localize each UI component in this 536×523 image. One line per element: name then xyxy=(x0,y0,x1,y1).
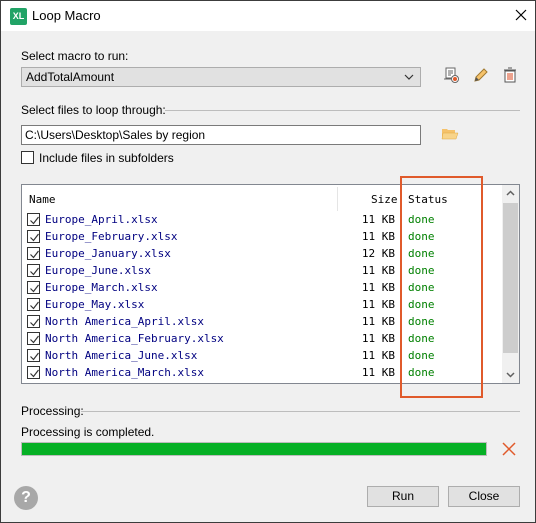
row-checkbox[interactable] xyxy=(27,247,40,260)
run-script-icon[interactable] xyxy=(442,66,460,84)
checkmark-icon xyxy=(30,352,39,361)
folder-open-icon[interactable] xyxy=(441,125,459,143)
file-name: Europe_April.xlsx xyxy=(45,213,158,226)
file-size: 11 KB xyxy=(361,349,395,362)
file-size: 11 KB xyxy=(361,281,395,294)
scroll-up-icon[interactable] xyxy=(502,185,519,202)
file-name: North America_April.xlsx xyxy=(45,315,204,328)
checkmark-icon xyxy=(30,284,39,293)
row-checkbox[interactable] xyxy=(27,264,40,277)
file-name: North America_February.xlsx xyxy=(45,332,224,345)
window-title: Loop Macro xyxy=(32,8,101,23)
include-subfolders-label: Include files in subfolders xyxy=(39,151,174,165)
macro-select[interactable]: AddTotalAmount xyxy=(21,67,421,87)
checkmark-icon xyxy=(30,216,39,225)
folder-path-input[interactable]: C:\Users\Desktop\Sales by region xyxy=(21,125,421,145)
file-name: Europe_May.xlsx xyxy=(45,298,145,311)
checkmark-icon xyxy=(30,369,39,378)
row-checkbox[interactable] xyxy=(27,383,40,384)
macro-label: Select macro to run: xyxy=(21,49,129,63)
file-name: North America_March.xlsx xyxy=(45,366,204,379)
checkmark-icon xyxy=(30,233,39,242)
loop-macro-dialog: XL Loop Macro Select macro to run: AddTo… xyxy=(0,0,536,523)
file-size: 11 KB xyxy=(361,366,395,379)
file-name: Europe_June.xlsx xyxy=(45,264,151,277)
help-button[interactable]: ? xyxy=(14,486,38,510)
checkmark-icon xyxy=(30,335,39,344)
file-size: 11 KB xyxy=(361,332,395,345)
progress-fill xyxy=(22,443,486,455)
row-checkbox[interactable] xyxy=(27,230,40,243)
column-header-name[interactable]: Name xyxy=(29,193,56,206)
scrollbar-thumb[interactable] xyxy=(503,203,518,353)
row-checkbox[interactable] xyxy=(27,213,40,226)
file-name: Europe_January.xlsx xyxy=(45,247,171,260)
processing-label: Processing: xyxy=(21,404,84,418)
row-checkbox[interactable] xyxy=(27,349,40,362)
files-label: Select files to loop through: xyxy=(21,103,166,117)
checkmark-icon xyxy=(30,318,39,327)
edit-pencil-icon[interactable] xyxy=(472,66,490,84)
progress-bar xyxy=(21,442,487,456)
row-checkbox[interactable] xyxy=(27,298,40,311)
vertical-scrollbar[interactable] xyxy=(502,185,519,383)
file-size: 11 KB xyxy=(361,213,395,226)
file-size: 11 KB xyxy=(361,298,395,311)
checkmark-icon xyxy=(30,267,39,276)
checkmark-icon xyxy=(30,301,39,310)
folder-path-value: C:\Users\Desktop\Sales by region xyxy=(25,128,206,142)
file-name: North America_June.xlsx xyxy=(45,349,198,362)
status-column-highlight xyxy=(400,176,483,398)
column-header-size[interactable]: Size xyxy=(371,193,398,206)
checkmark-icon xyxy=(30,250,39,259)
row-checkbox[interactable] xyxy=(27,281,40,294)
file-name: Europe_February.xlsx xyxy=(45,230,178,243)
chevron-down-icon xyxy=(404,74,414,80)
run-button[interactable]: Run xyxy=(367,486,439,507)
file-size: 11 KB xyxy=(361,230,395,243)
files-separator xyxy=(165,110,520,111)
file-size: 11 KB xyxy=(361,264,395,277)
close-button[interactable]: Close xyxy=(448,486,520,507)
title-bar: XL Loop Macro xyxy=(1,1,535,31)
processing-separator xyxy=(81,411,520,412)
file-size: 11 KB xyxy=(361,315,395,328)
macro-select-value: AddTotalAmount xyxy=(26,70,115,84)
delete-trash-icon[interactable] xyxy=(501,66,519,84)
row-checkbox[interactable] xyxy=(27,315,40,328)
close-window-icon[interactable] xyxy=(513,7,529,23)
file-name: Europe_March.xlsx xyxy=(45,281,158,294)
scroll-down-icon[interactable] xyxy=(502,366,519,383)
excel-app-icon: XL xyxy=(10,8,27,25)
row-checkbox[interactable] xyxy=(27,366,40,379)
cancel-processing-icon[interactable] xyxy=(501,441,517,457)
processing-status-text: Processing is completed. xyxy=(21,425,155,439)
include-subfolders-checkbox[interactable] xyxy=(21,151,34,164)
row-checkbox[interactable] xyxy=(27,332,40,345)
file-size: 12 KB xyxy=(361,247,395,260)
column-divider xyxy=(337,187,338,211)
